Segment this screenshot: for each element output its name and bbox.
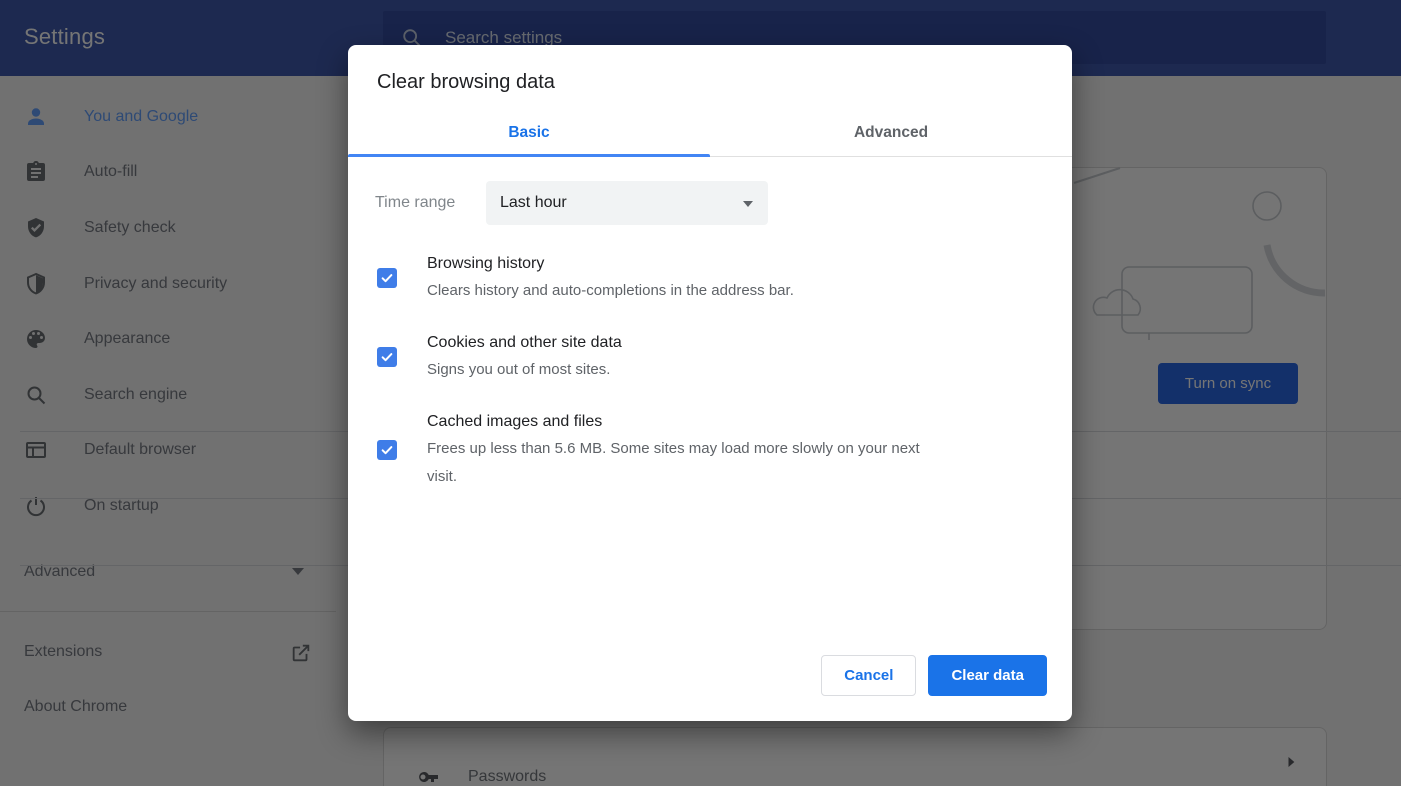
checkbox-row-cached-images: Cached images and files Frees up less th…	[377, 409, 942, 491]
clear-data-button[interactable]: Clear data	[928, 655, 1047, 696]
cookies-checkbox[interactable]	[377, 347, 397, 367]
check-icon	[381, 446, 393, 455]
dialog-title: Clear browsing data	[377, 71, 555, 93]
checkbox-row-cookies: Cookies and other site data Signs you ou…	[377, 330, 622, 384]
checkbox-row-browsing-history: Browsing history Clears history and auto…	[377, 251, 794, 305]
check-icon	[381, 353, 393, 362]
checkbox-label: Browsing history	[427, 255, 545, 272]
checkbox-description: Clears history and auto-completions in t…	[427, 282, 794, 299]
time-range-label: Time range	[375, 194, 456, 211]
checkbox-label: Cookies and other site data	[427, 334, 622, 351]
cached-images-checkbox[interactable]	[377, 440, 397, 460]
time-range-value: Last hour	[500, 194, 567, 211]
dialog-actions: Cancel Clear data	[821, 655, 1047, 696]
checkbox-description: Frees up less than 5.6 MB. Some sites ma…	[427, 440, 920, 485]
time-range-row: Time range Last hour	[375, 181, 768, 225]
clear-browsing-data-dialog: Clear browsing data Basic Advanced Time …	[348, 45, 1072, 721]
browsing-history-checkbox[interactable]	[377, 268, 397, 288]
checkbox-description: Signs you out of most sites.	[427, 361, 611, 378]
checkbox-label: Cached images and files	[427, 413, 603, 430]
cancel-button[interactable]: Cancel	[821, 655, 917, 696]
select-caret-icon	[743, 201, 753, 207]
time-range-select[interactable]: Last hour	[486, 181, 768, 225]
tab-advanced[interactable]: Advanced	[710, 109, 1072, 156]
check-icon	[381, 274, 393, 283]
tab-basic[interactable]: Basic	[348, 109, 710, 157]
dialog-tabs: Basic Advanced	[348, 109, 1072, 157]
